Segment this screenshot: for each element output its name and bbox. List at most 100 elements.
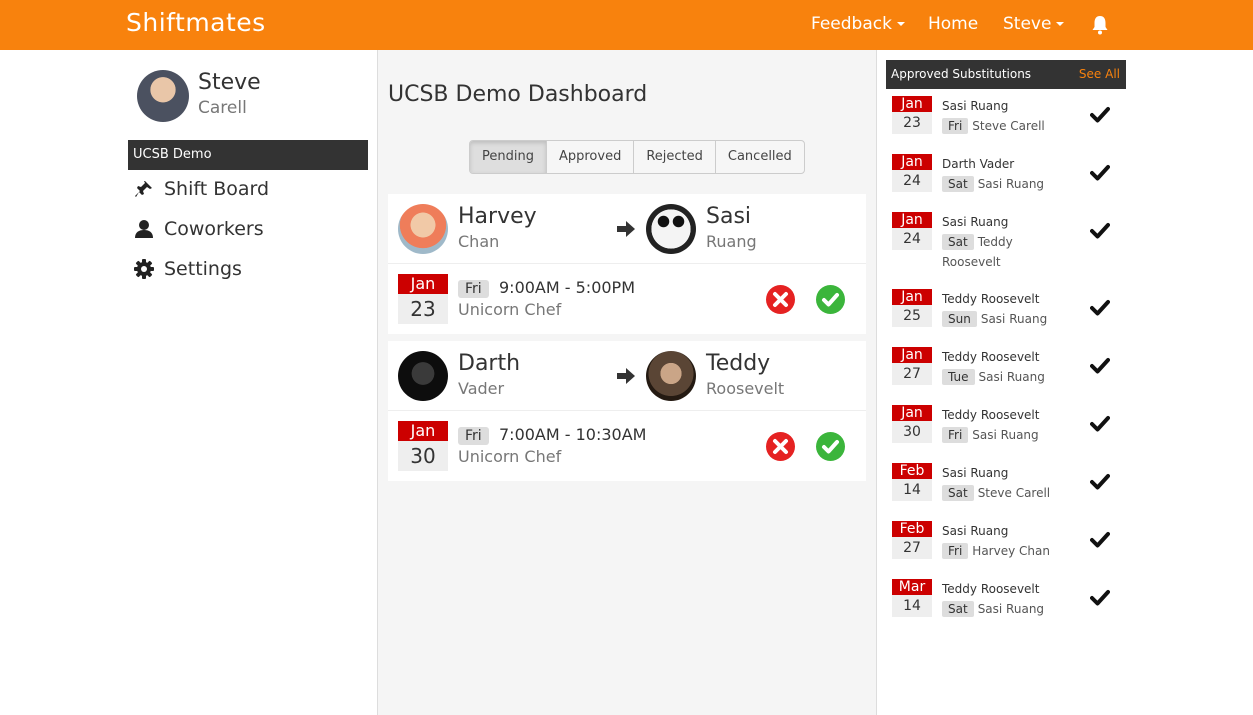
sub-to-name: Sasi Ruang xyxy=(977,602,1045,616)
dashboard-panel: UCSB Demo Dashboard Pending Approved Rej… xyxy=(377,50,877,715)
shift-role: Unicorn Chef xyxy=(458,447,562,466)
sub-to-name: Steve Carell xyxy=(972,119,1045,133)
list-item[interactable]: Jan 24 Sasi Ruang Sat Teddy Roosevelt xyxy=(886,212,1126,269)
shift-time: 7:00AM - 10:30AM xyxy=(499,425,647,444)
sub-details: Sun Sasi Ruang xyxy=(942,309,1066,329)
sidebar-item-shift-board[interactable]: Shift Board xyxy=(133,178,269,200)
approve-button[interactable] xyxy=(816,285,845,314)
sub-day: 14 xyxy=(892,479,932,501)
sidebar-item-label: Coworkers xyxy=(164,218,264,240)
request-people: Harvey Chan Sasi Ruang xyxy=(388,194,866,264)
sub-day: 25 xyxy=(892,305,932,327)
list-item[interactable]: Jan 30 Teddy Roosevelt Fri Sasi Ruang xyxy=(886,405,1126,455)
avatar[interactable] xyxy=(646,351,696,401)
top-navbar: Shiftmates Feedback Home Steve xyxy=(0,0,1253,50)
sub-date: Feb 27 xyxy=(892,521,932,559)
list-item[interactable]: Jan 25 Teddy Roosevelt Sun Sasi Ruang xyxy=(886,289,1126,339)
status-tabs: Pending Approved Rejected Cancelled xyxy=(469,140,805,174)
day-of-week-badge: Fri xyxy=(458,427,489,445)
request-card: Darth Vader Teddy Roosevelt Jan 30 Fri 7… xyxy=(388,341,866,481)
list-item[interactable]: Mar 14 Teddy Roosevelt Sat Sasi Ruang xyxy=(886,579,1126,629)
profile-last-name: Carell xyxy=(198,98,247,118)
sub-details: Sat Steve Carell xyxy=(942,483,1066,503)
sub-from-name: Sasi Ruang xyxy=(942,466,1009,480)
request-shift: Jan 23 Fri 9:00AM - 5:00PM Unicorn Chef xyxy=(388,264,866,334)
sub-to-name: Harvey Chan xyxy=(972,544,1050,558)
feedback-dropdown[interactable]: Feedback xyxy=(811,14,905,34)
gear-icon xyxy=(133,258,155,280)
arrow-right-icon xyxy=(617,368,635,384)
sub-from-name: Teddy Roosevelt xyxy=(942,292,1040,306)
day-of-week-badge: Fri xyxy=(942,118,969,134)
sub-from-name: Teddy Roosevelt xyxy=(942,408,1040,422)
tab-approved[interactable]: Approved xyxy=(547,141,635,173)
day-of-week-badge: Fri xyxy=(942,543,969,559)
list-item[interactable]: Jan 24 Darth Vader Sat Sasi Ruang xyxy=(886,154,1126,204)
sub-date: Mar 14 xyxy=(892,579,932,617)
sub-day: 24 xyxy=(892,170,932,192)
list-item[interactable]: Jan 27 Teddy Roosevelt Tue Sasi Ruang xyxy=(886,347,1126,397)
tab-rejected[interactable]: Rejected xyxy=(634,141,716,173)
requester-last-name: Vader xyxy=(458,379,505,398)
caret-down-icon xyxy=(896,22,905,26)
sub-details: Sat Sasi Ruang xyxy=(942,174,1066,194)
day-of-week-badge: Fri xyxy=(942,427,969,443)
check-icon xyxy=(1090,416,1110,432)
sub-date: Jan 27 xyxy=(892,347,932,385)
check-icon xyxy=(822,440,839,454)
sub-to-name: Sasi Ruang xyxy=(980,312,1048,326)
sub-details: Fri Harvey Chan xyxy=(942,541,1066,561)
user-dropdown[interactable]: Steve xyxy=(1003,14,1065,34)
shift-role: Unicorn Chef xyxy=(458,300,562,319)
sub-date: Jan 23 xyxy=(892,96,932,134)
sidebar-item-coworkers[interactable]: Coworkers xyxy=(133,218,264,240)
sub-date: Jan 30 xyxy=(892,405,932,443)
sub-details: Tue Sasi Ruang xyxy=(942,367,1066,387)
requester-first-name: Harvey xyxy=(458,204,537,229)
approved-header: Approved Substitutions See All xyxy=(886,60,1126,89)
sidebar-item-settings[interactable]: Settings xyxy=(133,258,242,280)
sidebar-item-label: Shift Board xyxy=(164,178,270,200)
see-all-link[interactable]: See All xyxy=(1079,67,1120,81)
shift-date: Jan 23 xyxy=(398,274,448,324)
profile-avatar[interactable] xyxy=(137,70,189,122)
sub-to-name: Steve Carell xyxy=(977,486,1051,500)
day-of-week-badge: Sat xyxy=(942,601,974,617)
shift-date: Jan 30 xyxy=(398,421,448,471)
arrow-right-icon xyxy=(617,221,635,237)
tab-cancelled[interactable]: Cancelled xyxy=(716,141,804,173)
avatar[interactable] xyxy=(398,204,448,254)
sub-day: 27 xyxy=(892,537,932,559)
sub-month: Mar xyxy=(892,579,932,595)
tab-pending[interactable]: Pending xyxy=(470,141,547,173)
reject-button[interactable] xyxy=(766,432,795,461)
approve-button[interactable] xyxy=(816,432,845,461)
notification-bell-icon[interactable] xyxy=(1091,15,1109,35)
avatar[interactable] xyxy=(646,204,696,254)
substitute-first-name: Teddy xyxy=(706,351,771,376)
list-item[interactable]: Feb 27 Sasi Ruang Fri Harvey Chan xyxy=(886,521,1126,571)
check-icon xyxy=(1090,165,1110,181)
substitute-last-name: Roosevelt xyxy=(706,379,785,398)
sub-day: 24 xyxy=(892,228,932,250)
sub-day: 27 xyxy=(892,363,932,385)
sub-month: Feb xyxy=(892,521,932,537)
sub-day: 30 xyxy=(892,421,932,443)
shift-day: 23 xyxy=(398,294,448,324)
substitute-first-name: Sasi xyxy=(706,204,752,229)
sub-from-name: Sasi Ruang xyxy=(942,99,1009,113)
brand-logo[interactable]: Shiftmates xyxy=(126,8,266,37)
home-link[interactable]: Home xyxy=(928,14,978,34)
sub-to-name: Sasi Ruang xyxy=(978,370,1045,384)
check-icon xyxy=(1090,474,1110,490)
sub-details: Fri Steve Carell xyxy=(942,116,1066,136)
reject-button[interactable] xyxy=(766,285,795,314)
close-icon xyxy=(773,439,788,454)
list-item[interactable]: Jan 23 Sasi Ruang Fri Steve Carell xyxy=(886,96,1126,146)
list-item[interactable]: Feb 14 Sasi Ruang Sat Steve Carell xyxy=(886,463,1126,513)
avatar[interactable] xyxy=(398,351,448,401)
day-of-week-badge: Sat xyxy=(942,176,974,192)
sub-details: Sat Sasi Ruang xyxy=(942,599,1066,619)
request-card: Harvey Chan Sasi Ruang Jan 23 Fri 9:00AM… xyxy=(388,194,866,334)
approved-substitutions-panel: Approved Substitutions See All xyxy=(886,60,1126,89)
